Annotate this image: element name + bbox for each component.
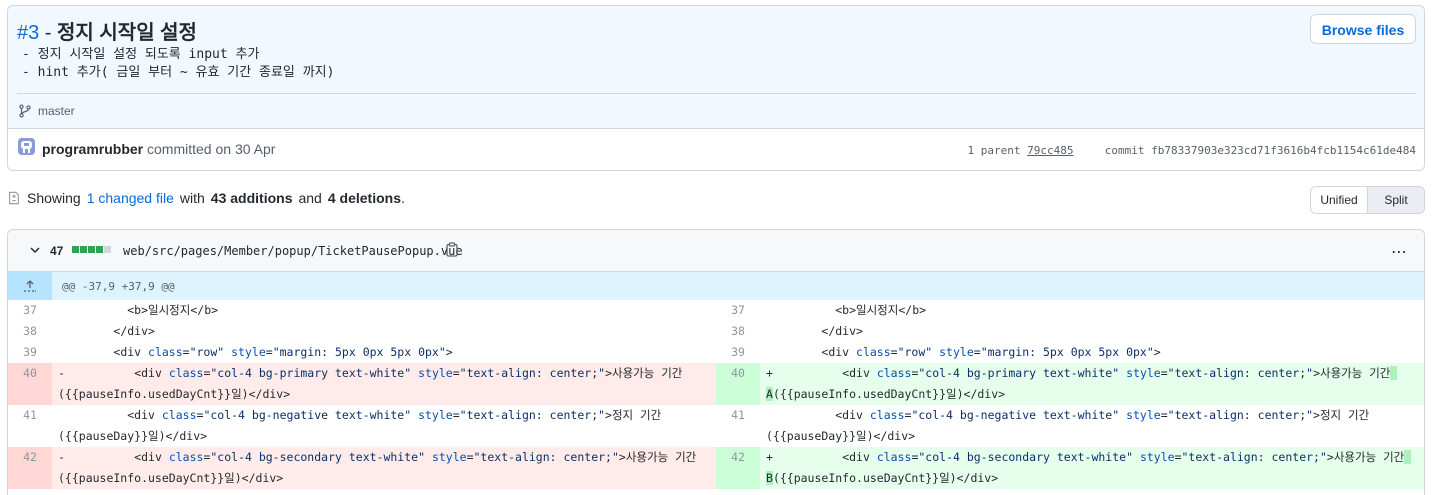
- code-line-added: + <div class="col-4 bg-secondary text-wh…: [766, 447, 1418, 489]
- file-diff: 47 web/src/pages/Member/popup/TicketPaus…: [7, 229, 1425, 495]
- commit-title-dash: -: [39, 22, 58, 44]
- more-options-icon[interactable]: ⋯: [1391, 242, 1408, 262]
- code-line: <b>일시정지</b>: [58, 303, 219, 317]
- parent-label: 1 parent: [967, 144, 1021, 157]
- line-number[interactable]: 39: [8, 342, 52, 363]
- diffstat-block: [96, 246, 103, 253]
- branch-name[interactable]: master: [38, 104, 75, 118]
- showing-text: Showing: [27, 190, 81, 206]
- line-number[interactable]: 38: [8, 321, 52, 342]
- line-number[interactable]: 40: [716, 363, 760, 405]
- code-line: <div class="row" style="margin: 5px 0px …: [766, 345, 1161, 359]
- code-line-deleted: - <div class="col-4 bg-secondary text-wh…: [58, 450, 697, 485]
- diffstat-bar: [72, 246, 111, 253]
- committed-date: committed on 30 Apr: [143, 141, 276, 157]
- line-number[interactable]: 42: [8, 447, 52, 489]
- branch-indicator[interactable]: master: [18, 104, 75, 118]
- code-line: <b>일시정지</b>: [766, 303, 927, 317]
- parent-sha-link[interactable]: 79cc485: [1027, 144, 1073, 157]
- diff-stats: Showing 1 changed file with 43 additions…: [7, 190, 405, 206]
- diff-row: 38 </div> 38 </div>: [8, 321, 1424, 342]
- git-branch-icon: [19, 104, 31, 118]
- commit-box: #3 - 정지 시작일 설정 - 정지 시작일 설정 되도록 input 추가 …: [7, 5, 1425, 171]
- changed-files-link[interactable]: 1 changed file: [87, 190, 174, 206]
- diff-view-toggle: Unified Split: [1310, 186, 1425, 214]
- line-number[interactable]: 37: [716, 300, 760, 321]
- commit-number-link[interactable]: #3: [17, 22, 39, 44]
- line-number[interactable]: 41: [8, 405, 52, 447]
- avatar[interactable]: [18, 138, 35, 155]
- divider: [17, 93, 1416, 94]
- author-name-link[interactable]: programrubber: [42, 141, 143, 157]
- split-view-button[interactable]: Split: [1368, 187, 1424, 213]
- code-line: </div>: [766, 324, 863, 338]
- additions-count: 43 additions: [210, 190, 293, 206]
- line-number[interactable]: 41: [716, 405, 760, 447]
- copy-icon[interactable]: [445, 242, 459, 257]
- line-number[interactable]: 40: [8, 363, 52, 405]
- unified-view-button[interactable]: Unified: [1311, 187, 1368, 213]
- diff-table: 37 <b>일시정지</b> 37 <b>일시정지</b> 38 </div> …: [8, 300, 1424, 489]
- code-line-deleted: - <div class="col-4 bg-primary text-whit…: [58, 366, 683, 401]
- browse-files-button[interactable]: Browse files: [1310, 14, 1416, 44]
- diff-row: 42- <div class="col-4 bg-secondary text-…: [8, 447, 1424, 489]
- commit-description: - 정지 시작일 설정 되도록 input 추가 - hint 추가( 금일 부…: [22, 47, 335, 80]
- code-line: <div class="col-4 bg-negative text-white…: [58, 408, 662, 443]
- diffstat-block: [72, 246, 79, 253]
- period: .: [400, 190, 405, 206]
- commit-label: commit: [1104, 144, 1145, 157]
- commit-meta: programrubber committed on 30 Apr 1 pare…: [8, 129, 1424, 170]
- hunk-range: @@ -37,9 +37,9 @@: [62, 280, 175, 293]
- file-path[interactable]: web/src/pages/Member/popup/TicketPausePo…: [123, 244, 463, 258]
- hunk-header: @@ -37,9 +37,9 @@: [8, 272, 1424, 300]
- commit-title-text: 정지 시작일 설정: [57, 22, 197, 44]
- expand-up-icon[interactable]: [8, 272, 52, 300]
- diff-row: 40- <div class="col-4 bg-primary text-wh…: [8, 363, 1424, 405]
- diff-row: 37 <b>일시정지</b> 37 <b>일시정지</b>: [8, 300, 1424, 321]
- deletions-count: 4 deletions: [327, 190, 401, 206]
- file-diff-icon: [9, 191, 19, 205]
- line-number[interactable]: 39: [716, 342, 760, 363]
- line-number[interactable]: 42: [716, 447, 760, 489]
- lines-changed-count: 47: [50, 244, 64, 258]
- line-number[interactable]: 37: [8, 300, 52, 321]
- commit-header: #3 - 정지 시작일 설정 - 정지 시작일 설정 되도록 input 추가 …: [8, 6, 1424, 129]
- code-line: <div class="row" style="margin: 5px 0px …: [58, 345, 453, 359]
- chevron-down-icon[interactable]: [29, 244, 41, 256]
- line-number[interactable]: 38: [716, 321, 760, 342]
- code-line: </div>: [58, 324, 155, 338]
- and-text: and: [298, 190, 322, 206]
- diff-row: 39 <div class="row" style="margin: 5px 0…: [8, 342, 1424, 363]
- diff-row: 41 <div class="col-4 bg-negative text-wh…: [8, 405, 1424, 447]
- commit-author-line: programrubber committed on 30 Apr: [42, 141, 275, 157]
- avatar-identicon: [18, 138, 35, 155]
- commit-title: #3 - 정지 시작일 설정: [17, 16, 197, 45]
- file-header: 47 web/src/pages/Member/popup/TicketPaus…: [8, 230, 1424, 272]
- diffstat-block: [104, 246, 111, 253]
- code-line-added: + <div class="col-4 bg-primary text-whit…: [766, 363, 1418, 405]
- commit-sha[interactable]: fb78337903e323cd71f3616b4fcb1154c61de484: [1151, 144, 1416, 157]
- diffstat-block: [88, 246, 95, 253]
- with-text: with: [179, 190, 205, 206]
- commit-refs: 1 parent 79cc485 commit fb78337903e323cd…: [968, 144, 1417, 157]
- code-line: <div class="col-4 bg-negative text-white…: [766, 408, 1370, 443]
- diffstat-block: [80, 246, 87, 253]
